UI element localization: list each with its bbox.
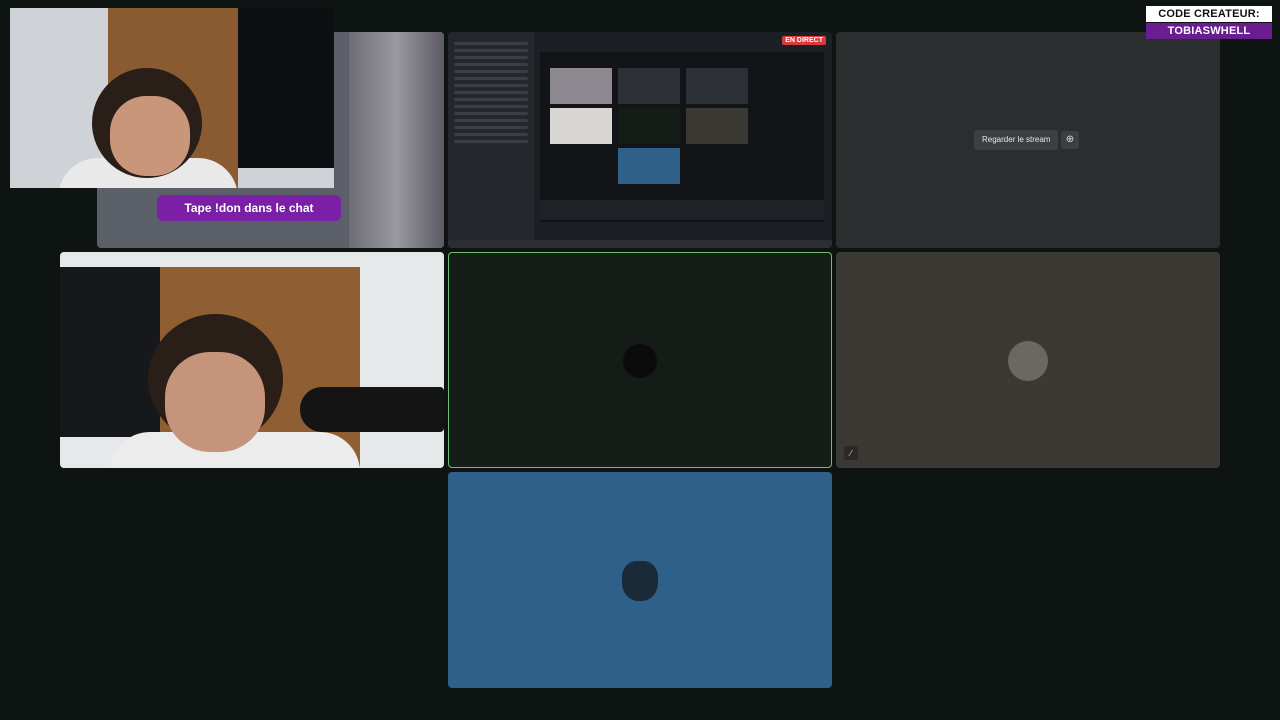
participant-video-tile[interactable] bbox=[60, 252, 444, 468]
badge-line-1: CODE CREATEUR: bbox=[1146, 6, 1272, 22]
background-curtain bbox=[349, 32, 444, 248]
participant-tile-speaking[interactable] bbox=[448, 252, 832, 468]
streamer-webcam bbox=[10, 8, 334, 188]
live-badge: EN DIRECT bbox=[782, 36, 826, 45]
microphone bbox=[300, 387, 444, 432]
stream-preview-tile[interactable]: Regarder le stream ⊕ bbox=[836, 32, 1220, 248]
shared-sidebar bbox=[448, 32, 534, 248]
participant-tile-blue[interactable] bbox=[448, 472, 832, 688]
chat-prompt-banner: Tape !don dans le chat bbox=[157, 195, 341, 221]
participant-avatar bbox=[622, 561, 658, 601]
magnifier-icon[interactable]: ⊕ bbox=[1061, 131, 1079, 149]
screenshare-tile[interactable]: EN DIRECT bbox=[448, 32, 832, 248]
participant-avatar bbox=[1008, 341, 1048, 381]
creator-code-badge: CODE CREATEUR: TOBIASWHELL bbox=[1146, 6, 1272, 39]
watch-stream-button[interactable]: Regarder le stream bbox=[974, 130, 1059, 150]
mic-muted-icon: ∕ bbox=[844, 446, 858, 460]
participant-tile-muted[interactable]: ∕ bbox=[836, 252, 1220, 468]
badge-line-2: TOBIASWHELL bbox=[1146, 23, 1272, 39]
participant-avatar bbox=[623, 344, 657, 378]
shared-call-grid bbox=[540, 52, 824, 222]
shared-taskbar bbox=[448, 240, 832, 248]
